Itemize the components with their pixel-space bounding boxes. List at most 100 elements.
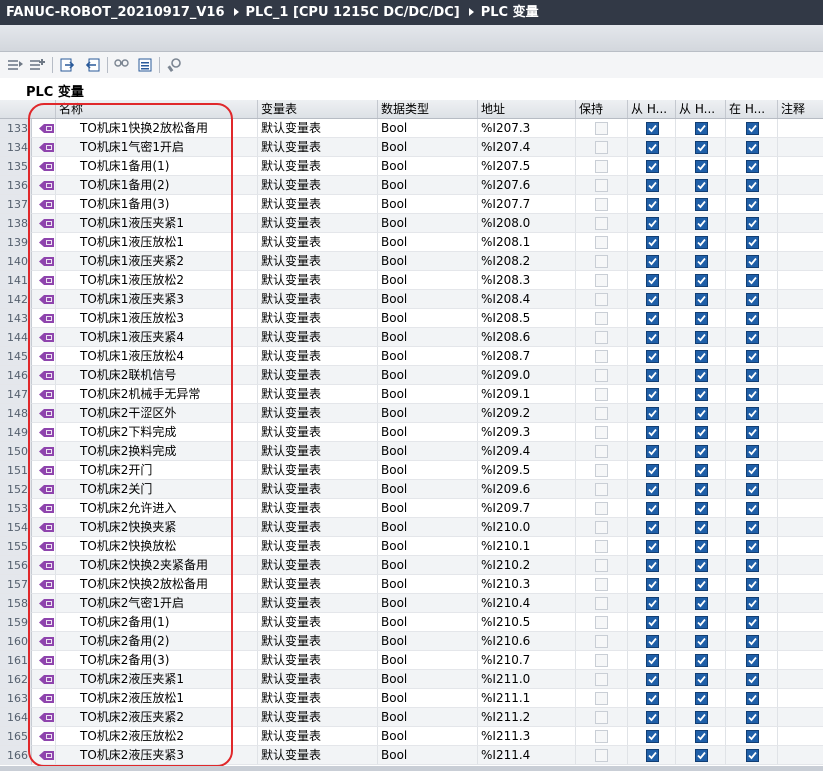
table-row[interactable]: 156 TO机床2快换2夹紧备用 默认变量表 Bool %I210.2: [0, 556, 823, 575]
tag-table[interactable]: 默认变量表: [258, 328, 378, 347]
accessible-from-hmi-checkbox[interactable]: [646, 274, 659, 287]
tag-name[interactable]: TO机床2允许进入: [56, 499, 258, 518]
tag-comment[interactable]: [778, 632, 823, 651]
tag-table[interactable]: 默认变量表: [258, 651, 378, 670]
visible-in-hmi-checkbox[interactable]: [746, 540, 759, 553]
tag-table[interactable]: 默认变量表: [258, 575, 378, 594]
retain-checkbox[interactable]: [595, 502, 608, 515]
tag-datatype[interactable]: Bool: [378, 347, 478, 366]
tag-table[interactable]: 默认变量表: [258, 689, 378, 708]
accessible-from-hmi-checkbox[interactable]: [646, 749, 659, 762]
tag-datatype[interactable]: Bool: [378, 138, 478, 157]
tag-table[interactable]: 默认变量表: [258, 271, 378, 290]
visible-in-hmi-checkbox[interactable]: [746, 464, 759, 477]
writable-from-hmi-checkbox[interactable]: [695, 483, 708, 496]
tag-datatype[interactable]: Bool: [378, 537, 478, 556]
retain-checkbox[interactable]: [595, 141, 608, 154]
tag-address[interactable]: %I208.4: [478, 290, 576, 309]
accessible-from-hmi-checkbox[interactable]: [646, 293, 659, 306]
row-number[interactable]: 143: [0, 309, 32, 328]
tag-table[interactable]: 默认变量表: [258, 537, 378, 556]
retain-checkbox[interactable]: [595, 464, 608, 477]
table-row[interactable]: 134 TO机床1气密1开启 默认变量表 Bool %I207.4: [0, 138, 823, 157]
tag-table[interactable]: 默认变量表: [258, 632, 378, 651]
writable-from-hmi-checkbox[interactable]: [695, 160, 708, 173]
tag-address[interactable]: %I211.1: [478, 689, 576, 708]
row-number[interactable]: 163: [0, 689, 32, 708]
column-header-accessible-from-hmi[interactable]: 从 H...: [628, 100, 676, 118]
tag-comment[interactable]: [778, 366, 823, 385]
accessible-from-hmi-checkbox[interactable]: [646, 331, 659, 344]
tag-comment[interactable]: [778, 651, 823, 670]
accessible-from-hmi-checkbox[interactable]: [646, 160, 659, 173]
writable-from-hmi-checkbox[interactable]: [695, 312, 708, 325]
tag-name[interactable]: TO机床2开门: [56, 461, 258, 480]
tag-name[interactable]: TO机床2下料完成: [56, 423, 258, 442]
accessible-from-hmi-checkbox[interactable]: [646, 217, 659, 230]
tag-address[interactable]: %I208.2: [478, 252, 576, 271]
accessible-from-hmi-checkbox[interactable]: [646, 654, 659, 667]
accessible-from-hmi-checkbox[interactable]: [646, 616, 659, 629]
retain-checkbox[interactable]: [595, 179, 608, 192]
tag-table[interactable]: 默认变量表: [258, 708, 378, 727]
tag-table[interactable]: 默认变量表: [258, 214, 378, 233]
row-number[interactable]: 148: [0, 404, 32, 423]
visible-in-hmi-checkbox[interactable]: [746, 749, 759, 762]
retain-checkbox[interactable]: [595, 692, 608, 705]
retain-checkbox[interactable]: [595, 407, 608, 420]
writable-from-hmi-checkbox[interactable]: [695, 407, 708, 420]
visible-in-hmi-checkbox[interactable]: [746, 559, 759, 572]
retain-checkbox[interactable]: [595, 749, 608, 762]
writable-from-hmi-checkbox[interactable]: [695, 540, 708, 553]
retain-checkbox[interactable]: [595, 559, 608, 572]
retain-checkbox[interactable]: [595, 274, 608, 287]
tag-comment[interactable]: [778, 328, 823, 347]
accessible-from-hmi-checkbox[interactable]: [646, 730, 659, 743]
tag-datatype[interactable]: Bool: [378, 271, 478, 290]
tag-address[interactable]: %I211.2: [478, 708, 576, 727]
accessible-from-hmi-checkbox[interactable]: [646, 369, 659, 382]
tag-datatype[interactable]: Bool: [378, 594, 478, 613]
tag-address[interactable]: %I209.1: [478, 385, 576, 404]
visible-in-hmi-checkbox[interactable]: [746, 692, 759, 705]
tag-address[interactable]: %I209.3: [478, 423, 576, 442]
retain-checkbox[interactable]: [595, 673, 608, 686]
row-number[interactable]: 164: [0, 708, 32, 727]
tag-table[interactable]: 默认变量表: [258, 233, 378, 252]
tag-table[interactable]: 默认变量表: [258, 670, 378, 689]
table-row[interactable]: 146 TO机床2联机信号 默认变量表 Bool %I209.0: [0, 366, 823, 385]
accessible-from-hmi-checkbox[interactable]: [646, 464, 659, 477]
tag-table[interactable]: 默认变量表: [258, 727, 378, 746]
tag-table[interactable]: 默认变量表: [258, 385, 378, 404]
column-header-datatype[interactable]: 数据类型: [378, 100, 478, 118]
accessible-from-hmi-checkbox[interactable]: [646, 350, 659, 363]
visible-in-hmi-checkbox[interactable]: [746, 616, 759, 629]
tag-table[interactable]: 默认变量表: [258, 290, 378, 309]
table-row[interactable]: 150 TO机床2换料完成 默认变量表 Bool %I209.4: [0, 442, 823, 461]
accessible-from-hmi-checkbox[interactable]: [646, 578, 659, 591]
tag-datatype[interactable]: Bool: [378, 480, 478, 499]
tag-comment[interactable]: [778, 708, 823, 727]
tag-datatype[interactable]: Bool: [378, 575, 478, 594]
tag-address[interactable]: %I209.7: [478, 499, 576, 518]
tag-datatype[interactable]: Bool: [378, 461, 478, 480]
table-row[interactable]: 154 TO机床2快换夹紧 默认变量表 Bool %I210.0: [0, 518, 823, 537]
row-number[interactable]: 162: [0, 670, 32, 689]
table-row[interactable]: 157 TO机床2快换2放松备用 默认变量表 Bool %I210.3: [0, 575, 823, 594]
tag-comment[interactable]: [778, 461, 823, 480]
visible-in-hmi-checkbox[interactable]: [746, 711, 759, 724]
tag-table[interactable]: 默认变量表: [258, 556, 378, 575]
accessible-from-hmi-checkbox[interactable]: [646, 673, 659, 686]
tag-address[interactable]: %I210.1: [478, 537, 576, 556]
visible-in-hmi-checkbox[interactable]: [746, 521, 759, 534]
accessible-from-hmi-checkbox[interactable]: [646, 122, 659, 135]
tag-datatype[interactable]: Bool: [378, 328, 478, 347]
tag-address[interactable]: %I208.7: [478, 347, 576, 366]
table-row[interactable]: 158 TO机床2气密1开启 默认变量表 Bool %I210.4: [0, 594, 823, 613]
retain-checkbox[interactable]: [595, 160, 608, 173]
writable-from-hmi-checkbox[interactable]: [695, 122, 708, 135]
accessible-from-hmi-checkbox[interactable]: [646, 445, 659, 458]
tag-address[interactable]: %I208.0: [478, 214, 576, 233]
column-header-retain[interactable]: 保持: [576, 100, 628, 118]
tag-comment[interactable]: [778, 214, 823, 233]
